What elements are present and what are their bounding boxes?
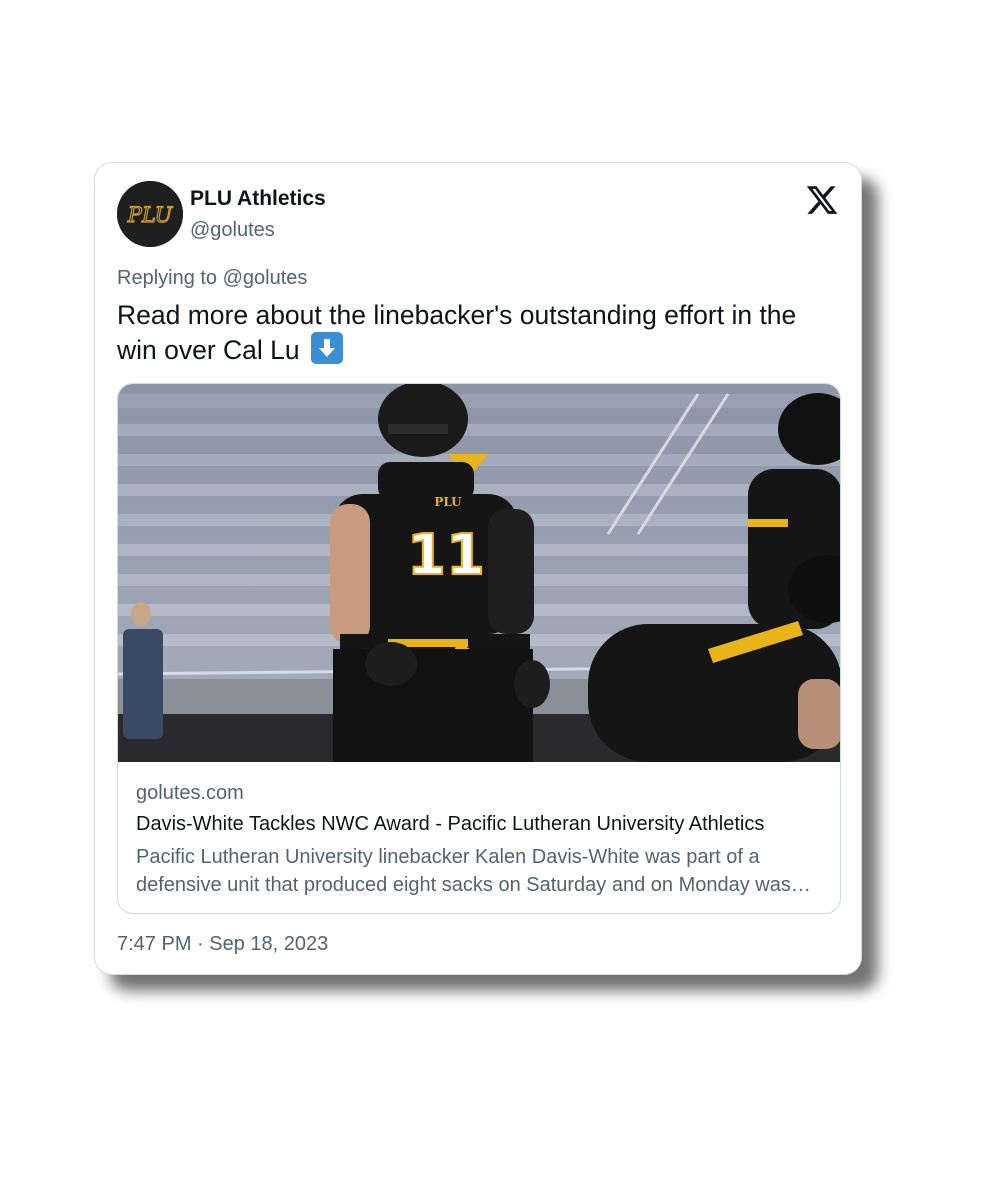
link-description: Pacific Lutheran University linebacker K…	[136, 846, 791, 896]
down-arrow-emoji-icon	[311, 332, 344, 364]
author-name[interactable]: PLU Athletics	[190, 187, 326, 211]
tweet-card[interactable]: PLU PLU Athletics @golutes Replying to @…	[94, 162, 862, 975]
replying-to-label: Replying to	[117, 267, 223, 289]
tweet-timestamp[interactable]: 7:47 PM · Sep 18, 2023	[117, 933, 328, 956]
author-handle[interactable]: @golutes	[190, 219, 275, 242]
tweet-text: Read more about the linebacker's outstan…	[117, 300, 797, 365]
link-domain: golutes.com	[136, 782, 244, 804]
jersey-number: 11	[407, 523, 485, 588]
avatar-monogram: PLU	[127, 203, 174, 227]
x-logo-icon[interactable]	[805, 183, 839, 217]
reply-mention-link[interactable]: @golutes	[223, 267, 308, 289]
link-preview-image[interactable]: PLU 11	[118, 384, 840, 762]
replying-to-line: Replying to @golutes	[117, 267, 307, 290]
author-avatar[interactable]: PLU	[117, 181, 183, 247]
link-title[interactable]: Davis-White Tackles NWC Award - Pacific …	[136, 813, 764, 836]
jersey-text: PLU	[434, 495, 462, 509]
plu-monogram-icon: PLU	[117, 181, 183, 247]
link-preview-card[interactable]: PLU 11 golutes.com Davis-White Tackles N…	[117, 383, 841, 914]
tweet-body: Read more about the linebacker's outstan…	[117, 299, 842, 367]
